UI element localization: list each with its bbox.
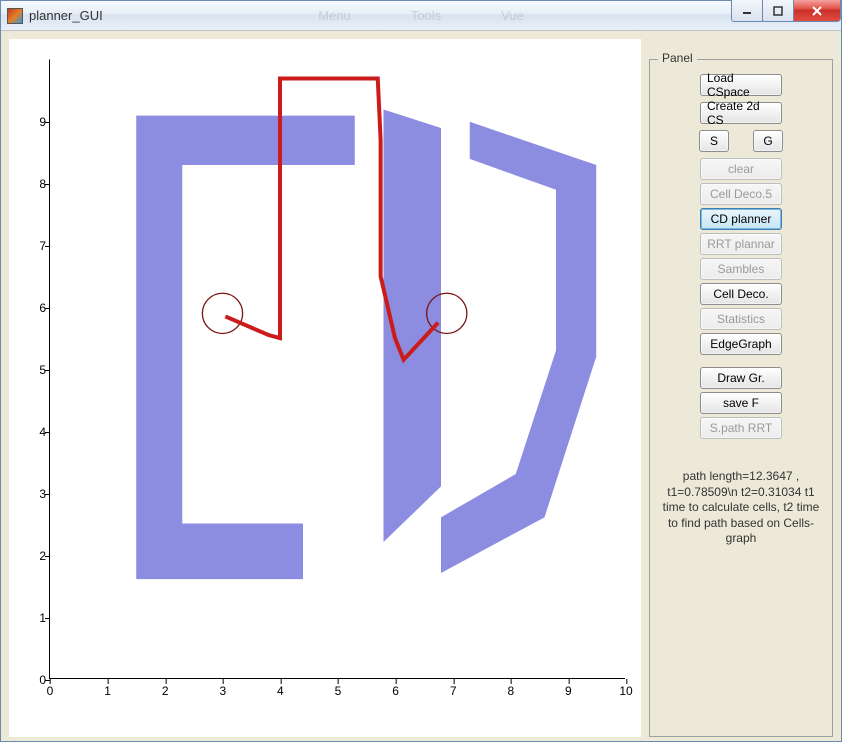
ghost-menu: Menu Tools Vue — [318, 8, 524, 23]
minimize-icon — [742, 6, 752, 16]
load-cspace-button[interactable]: Load CSpace — [700, 74, 782, 96]
close-button[interactable] — [793, 0, 841, 22]
control-panel: Panel Load CSpace Create 2d CS S G clear… — [649, 59, 833, 737]
start-circle — [202, 293, 242, 333]
y-tick: 8 — [26, 177, 46, 191]
status-text: path length=12.3647 , t1=0.78509\n t2=0.… — [660, 469, 822, 547]
window-controls — [732, 0, 841, 22]
x-tick: 7 — [450, 684, 457, 698]
y-tick: 3 — [26, 487, 46, 501]
obstacle-polygon — [136, 116, 355, 580]
sambles-button[interactable]: Sambles — [700, 258, 782, 280]
app-window: planner_GUI Menu Tools Vue 0123456789012… — [0, 0, 842, 742]
edgegraph-button[interactable]: EdgeGraph — [700, 333, 782, 355]
x-tick: 2 — [162, 684, 169, 698]
g-button[interactable]: G — [753, 130, 783, 152]
y-tick: 0 — [26, 673, 46, 687]
clear-button[interactable]: clear — [700, 158, 782, 180]
window-title: planner_GUI — [29, 8, 103, 23]
y-tick: 7 — [26, 239, 46, 253]
x-tick: 10 — [619, 684, 632, 698]
statistics-button[interactable]: Statistics — [700, 308, 782, 330]
x-tick: 5 — [335, 684, 342, 698]
s-button[interactable]: S — [699, 130, 729, 152]
axes[interactable]: 0123456789012345678910 — [49, 59, 625, 679]
app-icon — [7, 8, 23, 24]
save-f-button[interactable]: save F — [700, 392, 782, 414]
cd-planner-button[interactable]: CD planner — [700, 208, 782, 230]
cell-deco5-button[interactable]: Cell Deco.5 — [700, 183, 782, 205]
spath-rrt-button[interactable]: S.path RRT — [700, 417, 782, 439]
y-tick: 1 — [26, 611, 46, 625]
panel-inner: Load CSpace Create 2d CS S G clear Cell … — [650, 60, 832, 553]
x-tick: 1 — [104, 684, 111, 698]
y-tick: 9 — [26, 115, 46, 129]
x-tick: 4 — [277, 684, 284, 698]
x-tick: 3 — [219, 684, 226, 698]
figure-area: 0 1 2 3 4 5 6 7 8 9 0 1 2 3 4 5 6 7 8 9 10 — [9, 39, 641, 737]
plot-canvas — [50, 60, 625, 678]
draw-gr-button[interactable]: Draw Gr. — [700, 367, 782, 389]
close-icon — [811, 5, 823, 17]
create-2d-cs-button[interactable]: Create 2d CS — [700, 102, 782, 124]
y-tick: 2 — [26, 549, 46, 563]
y-tick: 6 — [26, 301, 46, 315]
x-tick: 9 — [565, 684, 572, 698]
panel-title: Panel — [658, 51, 697, 65]
client-area: 0 1 2 3 4 5 6 7 8 9 0 1 2 3 4 5 6 7 8 9 10 Panel Load CSpace… — [1, 31, 841, 741]
x-tick: 6 — [392, 684, 399, 698]
obstacle-polygon — [441, 122, 596, 573]
rrt-planner-button[interactable]: RRT plannar — [700, 233, 782, 255]
titlebar[interactable]: planner_GUI Menu Tools Vue — [1, 1, 841, 31]
maximize-button[interactable] — [762, 0, 794, 22]
y-tick: 4 — [26, 425, 46, 439]
cell-deco-button[interactable]: Cell Deco. — [700, 283, 782, 305]
x-tick: 0 — [47, 684, 54, 698]
maximize-icon — [773, 6, 783, 16]
y-tick: 5 — [26, 363, 46, 377]
minimize-button[interactable] — [731, 0, 763, 22]
x-tick: 8 — [507, 684, 514, 698]
